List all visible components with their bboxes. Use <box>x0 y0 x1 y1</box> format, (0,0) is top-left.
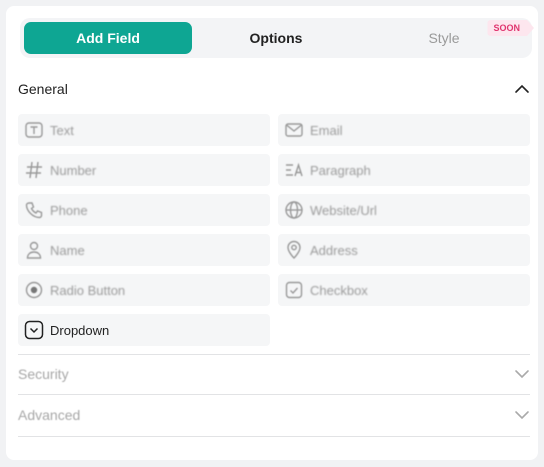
chevron-down-icon <box>515 370 529 379</box>
field-website-url[interactable]: Website/Url <box>278 194 530 226</box>
field-phone[interactable]: Phone <box>18 194 270 226</box>
divider <box>18 394 530 395</box>
radio-icon <box>24 280 44 300</box>
chevron-down-icon <box>515 411 529 420</box>
field-label: Email <box>310 122 343 138</box>
hash-icon <box>24 160 44 180</box>
field-label: Name <box>50 242 85 258</box>
field-email[interactable]: Email <box>278 114 530 146</box>
tab-bar: Add Field Options Style SOON <box>20 18 534 58</box>
field-label: Phone <box>50 202 88 218</box>
field-label: Paragraph <box>310 162 371 178</box>
envelope-icon <box>284 120 304 140</box>
field-name[interactable]: Name <box>18 234 270 266</box>
tab-label: Options <box>249 30 303 46</box>
field-checkbox[interactable]: Checkbox <box>278 274 530 306</box>
divider <box>18 354 530 355</box>
field-dropdown[interactable]: Dropdown <box>18 314 270 346</box>
checkbox-icon <box>284 280 304 300</box>
chevron-up-icon <box>515 84 529 93</box>
field-paragraph[interactable]: Paragraph <box>278 154 530 186</box>
field-label: Website/Url <box>310 202 377 218</box>
field-number[interactable]: Number <box>18 154 270 186</box>
map-pin-icon <box>284 240 304 260</box>
field-grid: Text Email Number Paragraph Phone Websit… <box>18 114 530 346</box>
divider <box>18 436 530 437</box>
field-label: Dropdown <box>50 322 110 338</box>
section-security-header[interactable]: Security <box>18 363 530 385</box>
tab-style[interactable]: Style SOON <box>360 20 534 54</box>
dropdown-icon <box>24 320 44 340</box>
soon-badge: SOON <box>487 20 534 36</box>
phone-icon <box>24 200 44 220</box>
tab-label: Style <box>428 30 460 46</box>
field-label: Text <box>50 122 74 138</box>
tab-add-field[interactable]: Add Field <box>24 22 192 54</box>
field-label: Radio Button <box>50 282 126 298</box>
tab-options[interactable]: Options <box>192 22 360 54</box>
section-advanced-header[interactable]: Advanced <box>18 404 530 426</box>
tab-label: Add Field <box>76 30 140 46</box>
text-icon <box>24 120 44 140</box>
field-text[interactable]: Text <box>18 114 270 146</box>
user-icon <box>24 240 44 260</box>
section-general-header[interactable]: General <box>18 78 530 100</box>
field-builder-panel: Add Field Options Style SOON General Tex… <box>6 6 538 460</box>
section-title: Security <box>18 366 69 382</box>
field-radio-button[interactable]: Radio Button <box>18 274 270 306</box>
paragraph-icon <box>284 160 304 180</box>
globe-icon <box>284 200 304 220</box>
section-title: General <box>18 81 68 97</box>
field-label: Checkbox <box>310 282 368 298</box>
section-title: Advanced <box>18 407 81 423</box>
field-label: Number <box>50 162 97 178</box>
field-address[interactable]: Address <box>278 234 530 266</box>
field-label: Address <box>310 242 358 258</box>
